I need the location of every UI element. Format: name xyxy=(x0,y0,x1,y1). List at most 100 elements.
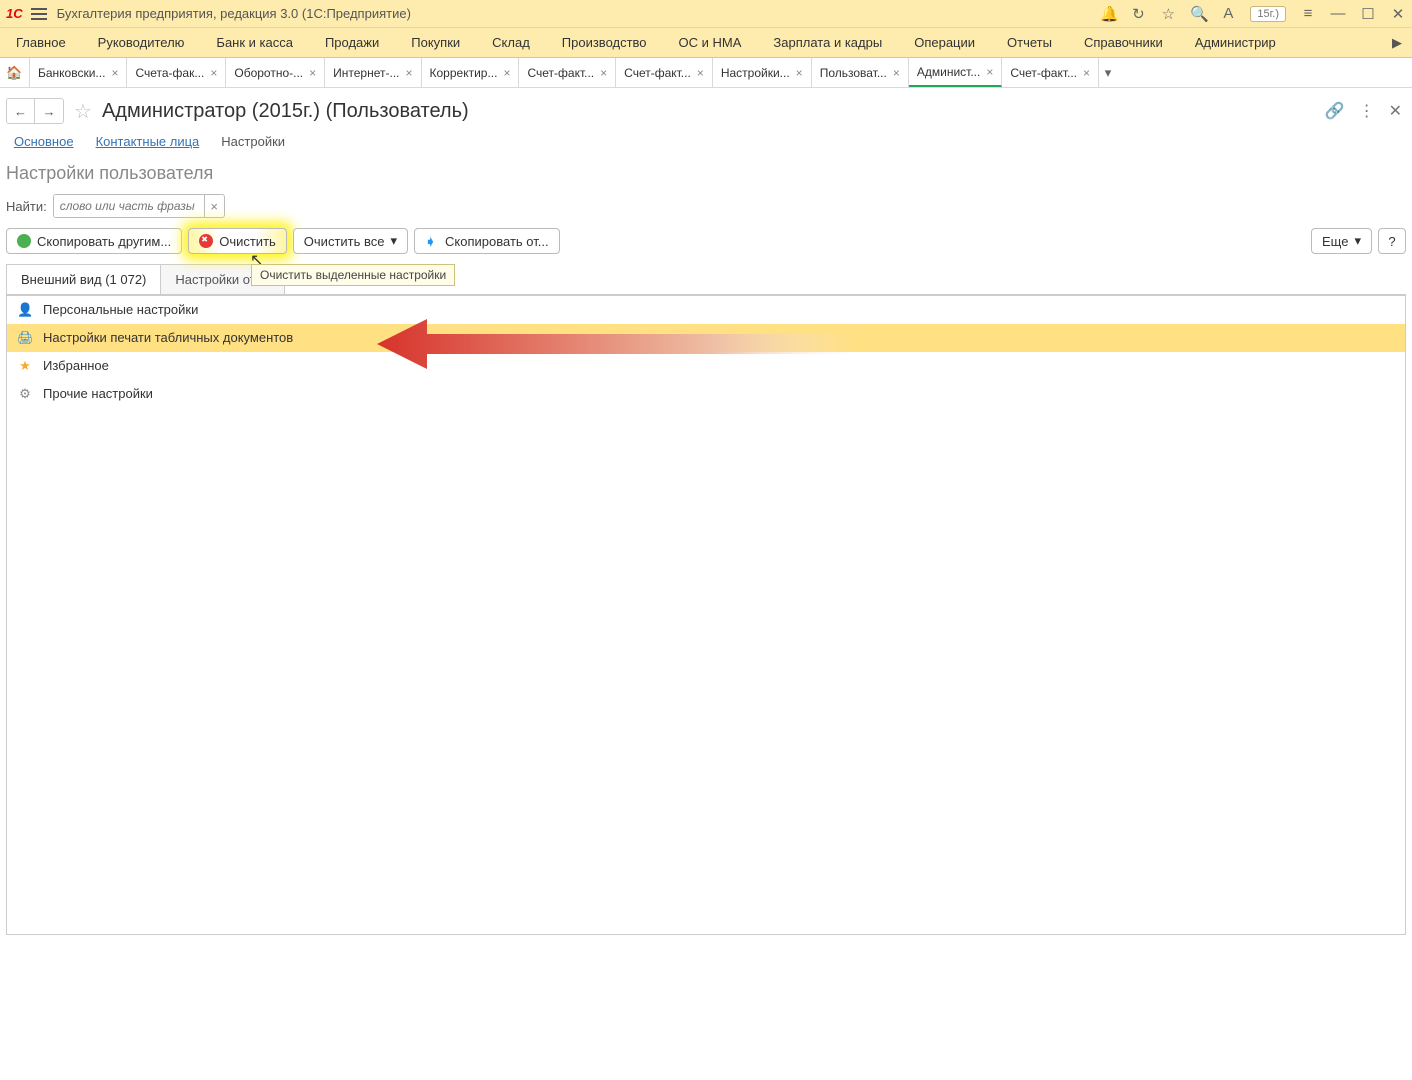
tab-5[interactable]: Счет-факт...× xyxy=(519,58,616,87)
menu-icon[interactable] xyxy=(31,8,47,20)
titlebar: 1C Бухгалтерия предприятия, редакция 3.0… xyxy=(0,0,1412,28)
link-icon[interactable]: 🔗 xyxy=(1325,101,1345,121)
star-icon[interactable]: ☆ xyxy=(1160,5,1176,23)
tab-label: Интернет-... xyxy=(333,66,399,80)
menu-main[interactable]: Главное xyxy=(0,35,82,50)
minimize-icon[interactable]: — xyxy=(1330,5,1346,22)
clear-label: Очистить xyxy=(219,234,276,249)
back-button[interactable]: ← xyxy=(7,99,35,123)
tooltip: Очистить выделенные настройки xyxy=(251,264,455,286)
list-item[interactable]: ⚙ Прочие настройки xyxy=(7,380,1405,408)
user-icon[interactable]: А xyxy=(1220,5,1236,22)
tab-9[interactable]: Админист...× xyxy=(909,58,1002,87)
tab-close-icon[interactable]: × xyxy=(503,66,510,80)
tab-close-icon[interactable]: × xyxy=(309,66,316,80)
tab-close-icon[interactable]: × xyxy=(600,66,607,80)
tab-0[interactable]: Банковски... × xyxy=(30,58,127,87)
menu-catalogs[interactable]: Справочники xyxy=(1068,35,1179,50)
help-label: ? xyxy=(1388,234,1395,249)
tab-label: Банковски... xyxy=(38,66,105,80)
tab-1[interactable]: Счета-фак...× xyxy=(127,58,226,87)
bell-icon[interactable]: 🔔 xyxy=(1100,5,1116,23)
search-input[interactable] xyxy=(54,195,204,217)
tab-label: Настройки... xyxy=(721,66,790,80)
tab-close-icon[interactable]: × xyxy=(986,65,993,79)
page-header-actions: 🔗 ⋮ ✕ xyxy=(1325,101,1402,121)
list-item[interactable]: ★Избранное xyxy=(7,352,1405,380)
app-logo: 1C xyxy=(6,6,23,21)
close-icon[interactable]: ✕ xyxy=(1390,5,1406,23)
tab-4[interactable]: Корректир... × xyxy=(422,58,520,87)
app-title: Бухгалтерия предприятия, редакция 3.0 (1… xyxy=(57,6,1101,21)
row-icon: 👤 xyxy=(17,302,33,318)
section-title: Настройки пользователя xyxy=(0,159,1412,194)
menu-production[interactable]: Производство xyxy=(546,35,663,50)
menu-bank[interactable]: Банк и касса xyxy=(200,35,309,50)
clear-all-button[interactable]: Очистить все ▾ xyxy=(293,228,408,254)
clear-button[interactable]: Очистить xyxy=(188,228,287,254)
menu-operations[interactable]: Операции xyxy=(898,35,991,50)
toolbar-right: Еще ▾ ? xyxy=(1311,228,1406,254)
tab-7[interactable]: Настройки... × xyxy=(713,58,812,87)
tab-label: Оборотно-... xyxy=(234,66,303,80)
menu-warehouse[interactable]: Склад xyxy=(476,35,546,50)
menu-manager[interactable]: Руководителю xyxy=(82,35,201,50)
menu-hr[interactable]: Зарплата и кадры xyxy=(757,35,898,50)
tab-close-icon[interactable]: × xyxy=(406,66,413,80)
forward-button[interactable]: → xyxy=(35,99,63,123)
tab-8[interactable]: Пользоват... × xyxy=(812,58,909,87)
close-page-icon[interactable]: ✕ xyxy=(1389,101,1402,121)
titlebar-controls: 🔔 ↻ ☆ 🔍 А 15г.) ≡ — ☐ ✕ xyxy=(1100,5,1406,23)
tab-close-icon[interactable]: × xyxy=(1083,66,1090,80)
row-label: Избранное xyxy=(43,358,109,373)
toolbar: Скопировать другим... Очистить Очистить … xyxy=(0,228,1412,264)
settings-list: 👤Персональные настройки🖨Настройки печати… xyxy=(6,295,1406,935)
help-button[interactable]: ? xyxy=(1378,228,1406,254)
subnav-contacts[interactable]: Контактные лица xyxy=(96,134,200,149)
list-item[interactable]: 🖨Настройки печати табличных документов xyxy=(7,324,1405,352)
home-tab[interactable]: 🏠 xyxy=(0,58,30,87)
tab-10[interactable]: Счет-факт...× xyxy=(1002,58,1099,87)
copy-icon xyxy=(17,234,31,248)
copy-to-others-button[interactable]: Скопировать другим... xyxy=(6,228,182,254)
tab-3[interactable]: Интернет-... × xyxy=(325,58,421,87)
history-icon[interactable]: ↻ xyxy=(1130,5,1146,23)
tab-close-icon[interactable]: × xyxy=(111,66,118,80)
tab-close-icon[interactable]: × xyxy=(893,66,900,80)
tab-scroll-icon[interactable]: ▾ xyxy=(1099,58,1117,87)
menu-assets[interactable]: ОС и НМА xyxy=(663,35,758,50)
user-chip[interactable]: 15г.) xyxy=(1250,6,1286,22)
menu-admin[interactable]: Администрир xyxy=(1179,35,1292,50)
maximize-icon[interactable]: ☐ xyxy=(1360,5,1376,23)
menu-reports[interactable]: Отчеты xyxy=(991,35,1068,50)
more-icon[interactable]: ⋮ xyxy=(1359,101,1375,121)
search-icon[interactable]: 🔍 xyxy=(1190,5,1206,23)
page-title: Администратор (2015г.) (Пользователь) xyxy=(102,100,1315,123)
settings-icon[interactable]: ≡ xyxy=(1300,5,1316,22)
menu-scroll-right-icon[interactable]: ▶ xyxy=(1388,35,1406,51)
tab-close-icon[interactable]: × xyxy=(697,66,704,80)
tab-6[interactable]: Счет-факт... × xyxy=(616,58,713,87)
copy-from-button[interactable]: ➧ Скопировать от... xyxy=(414,228,560,254)
inner-tab-appearance[interactable]: Внешний вид (1 072) xyxy=(6,264,161,294)
tab-close-icon[interactable]: × xyxy=(210,66,217,80)
menu-purchases[interactable]: Покупки xyxy=(395,35,476,50)
row-icon: ⚙ xyxy=(17,386,33,402)
tab-label: Корректир... xyxy=(430,66,498,80)
row-label: Прочие настройки xyxy=(43,386,153,401)
copy-from-icon: ➧ xyxy=(425,234,439,248)
subnav-main[interactable]: Основное xyxy=(14,134,74,149)
list-item[interactable]: 👤Персональные настройки xyxy=(7,296,1405,324)
clear-search-icon[interactable]: × xyxy=(204,195,224,217)
tab-label: Пользоват... xyxy=(820,66,887,80)
tab-close-icon[interactable]: × xyxy=(796,66,803,80)
menu-sales[interactable]: Продажи xyxy=(309,35,395,50)
search-label: Найти: xyxy=(6,199,47,214)
tabbar: 🏠 Банковски...×Счета-фак...×Оборотно-...… xyxy=(0,58,1412,88)
tab-2[interactable]: Оборотно-... × xyxy=(226,58,325,87)
tab-label: Счет-факт... xyxy=(624,66,691,80)
chevron-down-icon: ▾ xyxy=(1354,233,1361,249)
subnav-settings: Настройки xyxy=(221,134,285,149)
favorite-icon[interactable]: ☆ xyxy=(74,99,92,124)
more-button[interactable]: Еще ▾ xyxy=(1311,228,1372,254)
